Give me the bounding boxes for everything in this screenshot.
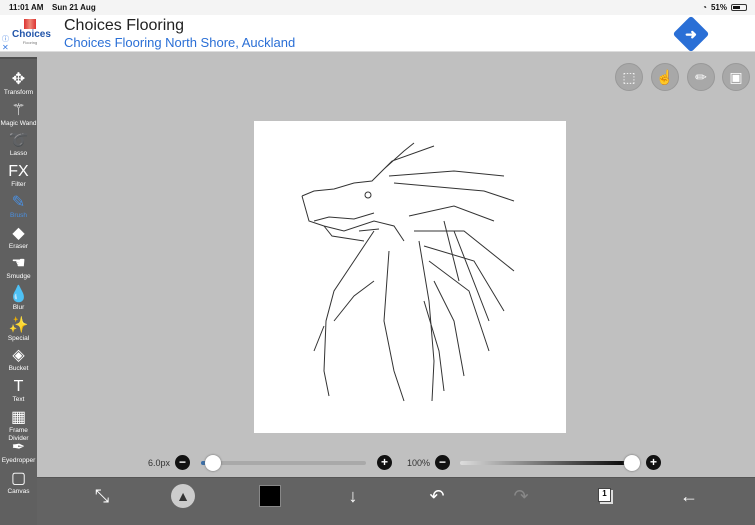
canvas-icon: ▢ xyxy=(10,470,27,488)
tool-label: Filter xyxy=(11,181,26,189)
brush-size-label: 6.0px xyxy=(148,458,171,468)
tool-label: Bucket xyxy=(8,365,29,373)
color-swatch[interactable] xyxy=(259,485,281,507)
tool-sidebar: ✥ Transform ⚚ Magic Wand ➰ Lasso FX Filter ✎ Brus… xyxy=(0,57,37,525)
ruler-icon: ✏ xyxy=(695,69,707,85)
ad-logo: Choices Flooring xyxy=(12,19,51,45)
redo-icon: ↷ xyxy=(513,486,529,506)
tool-label: Magic Wand xyxy=(0,119,37,127)
status-time: 11:01 AM xyxy=(9,3,44,12)
brush-size-slider[interactable] xyxy=(201,461,366,465)
tool-magic-wand[interactable]: ⚚ Magic Wand xyxy=(0,102,37,128)
tool-text[interactable]: T Text xyxy=(0,378,37,404)
filter-icon: FX xyxy=(8,163,29,181)
tool-special[interactable]: ✨ Special xyxy=(0,317,37,343)
arrow-left-icon: ← xyxy=(680,486,698,506)
back-button[interactable]: ← xyxy=(674,486,704,507)
reference-image-button[interactable]: ▣ xyxy=(722,63,750,91)
brush-size-decrease[interactable]: − xyxy=(175,455,190,470)
eyedropper-icon: ✒ xyxy=(11,439,26,457)
ad-directions-button[interactable]: ➜ xyxy=(672,15,710,53)
status-bar: 11:01 AM Sun 21 Aug ◔ 51% xyxy=(0,0,755,15)
ruler-button[interactable]: ✏ xyxy=(687,63,715,91)
undo-button[interactable]: ↶ xyxy=(422,486,452,507)
selection-icon: ⬚ xyxy=(622,69,636,85)
wifi-icon: ◔ xyxy=(702,3,707,12)
eraser-icon: ◆ xyxy=(12,224,25,242)
redo-button[interactable]: ↷ xyxy=(506,486,536,507)
battery-icon xyxy=(731,4,747,11)
dragon-sketch xyxy=(301,142,515,402)
tool-brush[interactable]: ✎ Brush xyxy=(0,194,37,220)
frame-divider-icon: ▦ xyxy=(10,408,27,426)
text-icon: T xyxy=(13,378,24,395)
tool-transform[interactable]: ✥ Transform xyxy=(0,71,37,97)
transform-arrows-icon: ⤡ xyxy=(94,486,110,506)
special-icon: ✨ xyxy=(8,316,29,334)
tool-canvas[interactable]: ▢ Canvas xyxy=(0,470,37,496)
brush-size-increase[interactable]: + xyxy=(377,455,392,470)
battery-percent: 51% xyxy=(710,3,727,12)
bucket-icon: ◈ xyxy=(12,347,25,365)
layer-count: 1 xyxy=(602,489,607,498)
tool-blur[interactable]: 💧 Blur xyxy=(0,286,37,312)
hand-icon: ☝ xyxy=(656,69,674,85)
tool-label: Text xyxy=(12,396,25,403)
transform-icon: ✥ xyxy=(11,71,26,88)
ad-title[interactable]: Choices Flooring xyxy=(64,17,184,35)
opacity-increase[interactable]: + xyxy=(646,455,661,470)
undo-icon: ↶ xyxy=(429,486,445,506)
magic-wand-icon: ⚚ xyxy=(11,101,26,119)
tool-frame-divider[interactable]: ▦ Frame Divider xyxy=(0,409,37,443)
tool-label: Lasso xyxy=(9,150,28,158)
brush-preview-button[interactable]: ▲ xyxy=(171,484,195,508)
brush-size-knob[interactable] xyxy=(204,455,221,471)
selection-button[interactable]: ⬚ xyxy=(615,63,643,91)
hand-button[interactable]: ☝ xyxy=(651,63,679,91)
tool-eraser[interactable]: ◆ Eraser xyxy=(0,225,37,251)
status-date: Sun 21 Aug xyxy=(52,3,96,12)
opacity-slider[interactable] xyxy=(460,461,632,465)
layers-button[interactable]: 1 xyxy=(598,488,611,502)
save-down-button[interactable]: ↓ xyxy=(338,486,368,507)
tool-label: Transform xyxy=(3,89,34,96)
tool-label: Canvas xyxy=(7,488,30,496)
opacity-knob[interactable] xyxy=(624,455,640,471)
ad-banner[interactable]: Choices Flooring ⓘ ✕ Choices Flooring Cho… xyxy=(0,15,755,53)
arrow-down-icon: ↓ xyxy=(348,486,358,506)
tool-lasso[interactable]: ➰ Lasso xyxy=(0,132,37,158)
ad-close-icon[interactable]: ✕ xyxy=(2,43,9,52)
image-icon: ▣ xyxy=(729,69,743,85)
transform-button[interactable]: ⤡ xyxy=(87,486,117,507)
opacity-decrease[interactable]: − xyxy=(435,455,450,470)
brush-icon: ✎ xyxy=(11,193,26,211)
tool-label: Smudge xyxy=(6,273,31,281)
brush-tip-icon: ▲ xyxy=(176,488,190,504)
ad-subtitle[interactable]: Choices Flooring North Shore, Auckland xyxy=(64,35,295,50)
tool-label: Blur xyxy=(12,303,25,311)
blur-icon: 💧 xyxy=(8,285,29,303)
opacity-label: 100% xyxy=(407,458,431,468)
directions-icon: ➜ xyxy=(685,26,697,42)
tool-label: Brush xyxy=(10,211,27,219)
tool-smudge[interactable]: ☚ Smudge xyxy=(0,255,37,281)
smudge-icon: ☚ xyxy=(11,255,26,273)
tool-filter[interactable]: FX Filter xyxy=(0,163,37,189)
tool-bucket[interactable]: ◈ Bucket xyxy=(0,347,37,373)
tool-label: Special xyxy=(7,334,30,342)
lasso-icon: ➰ xyxy=(8,132,29,150)
tool-eyedropper[interactable]: ✒ Eyedropper xyxy=(0,439,37,465)
tool-label: Eraser xyxy=(8,242,29,250)
drawing-canvas[interactable] xyxy=(254,121,566,433)
bottom-toolbar: ⤡ ▲ ↓ ↶ ↷ 1 ← xyxy=(37,477,755,525)
tool-label: Eyedropper xyxy=(1,457,36,465)
